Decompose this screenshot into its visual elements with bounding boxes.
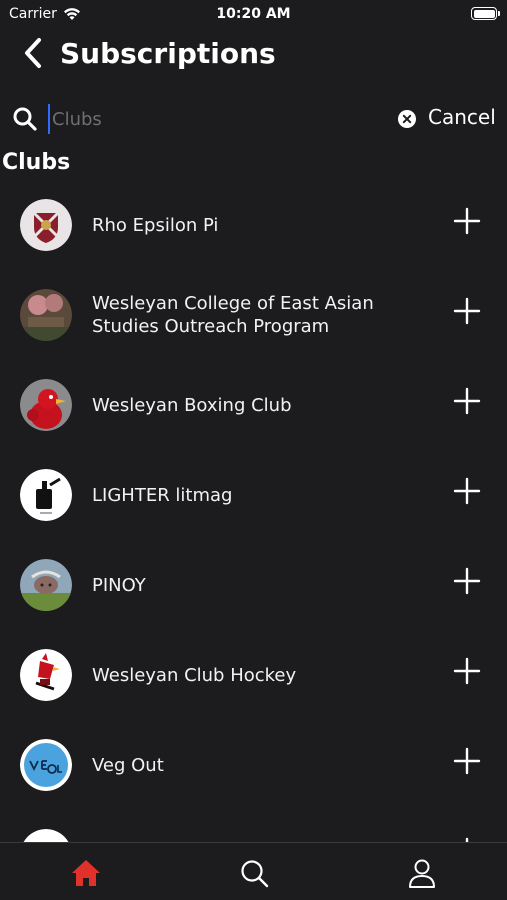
avatar (20, 199, 72, 251)
search-bar: Cancel (0, 100, 507, 138)
battery-icon (471, 7, 500, 20)
add-button[interactable] (452, 656, 482, 686)
club-name: Rho Epsilon Pi (92, 214, 219, 236)
add-button[interactable] (452, 386, 482, 416)
list-item[interactable]: PINOY (0, 540, 507, 630)
page-title: Subscriptions (60, 36, 276, 70)
add-button[interactable] (452, 296, 482, 326)
home-icon[interactable] (70, 857, 102, 889)
veg-out-logo-image (20, 739, 72, 791)
list-item[interactable]: Wesleyan Boxing Club (0, 360, 507, 450)
list-item[interactable]: Rho Epsilon Pi (0, 180, 507, 270)
add-button[interactable] (452, 746, 482, 776)
nav-header: Subscriptions (0, 30, 507, 76)
add-button[interactable] (452, 476, 482, 506)
search-icon[interactable] (238, 857, 270, 889)
list-item[interactable]: Wesleyan Club Hockey (0, 630, 507, 720)
crest-image (20, 199, 72, 251)
profile-icon[interactable] (406, 857, 438, 889)
club-name: PINOY (92, 574, 146, 596)
section-title: Clubs (2, 150, 71, 175)
status-bar: Carrier 10:20 AM (0, 0, 507, 30)
club-name: Wesleyan Club Hockey (92, 664, 297, 686)
add-button[interactable] (452, 566, 482, 596)
search-icon (13, 107, 37, 131)
battery-tip (498, 11, 500, 16)
battery-level (473, 9, 495, 18)
list-item[interactable] (0, 810, 507, 842)
chevron-left-icon (25, 38, 41, 68)
tab-bar (0, 842, 507, 900)
club-name: Veg Out (92, 754, 164, 776)
garden-image (20, 289, 72, 341)
club-name: Wesleyan College of East Asian Studies O… (92, 293, 374, 337)
club-name: LIGHTER litmag (92, 484, 233, 506)
list-item[interactable]: Veg Out (0, 720, 507, 810)
club-name: Wesleyan Boxing Club (92, 394, 292, 416)
search-input[interactable] (48, 104, 368, 134)
carabao-image (20, 559, 72, 611)
list-item[interactable]: Wesleyan College of East Asian Studies O… (0, 270, 507, 360)
avatar (20, 829, 72, 842)
lighter-logo-image (20, 469, 72, 521)
avatar (20, 739, 72, 791)
avatar (20, 469, 72, 521)
avatar (20, 289, 72, 341)
avatar-image (23, 829, 69, 842)
clear-icon[interactable] (397, 109, 417, 129)
hockey-cardinal-image (20, 649, 72, 701)
avatar (20, 379, 72, 431)
add-button[interactable] (452, 206, 482, 236)
cancel-button[interactable]: Cancel (428, 105, 496, 129)
back-button[interactable] (8, 30, 58, 76)
avatar (20, 559, 72, 611)
status-time: 10:20 AM (216, 6, 291, 22)
clubs-list[interactable]: Rho Epsilon Pi Wesleyan College of East … (0, 180, 507, 842)
avatar (20, 649, 72, 701)
list-item[interactable]: LIGHTER litmag (0, 450, 507, 540)
cardinal-mascot-image (20, 379, 72, 431)
